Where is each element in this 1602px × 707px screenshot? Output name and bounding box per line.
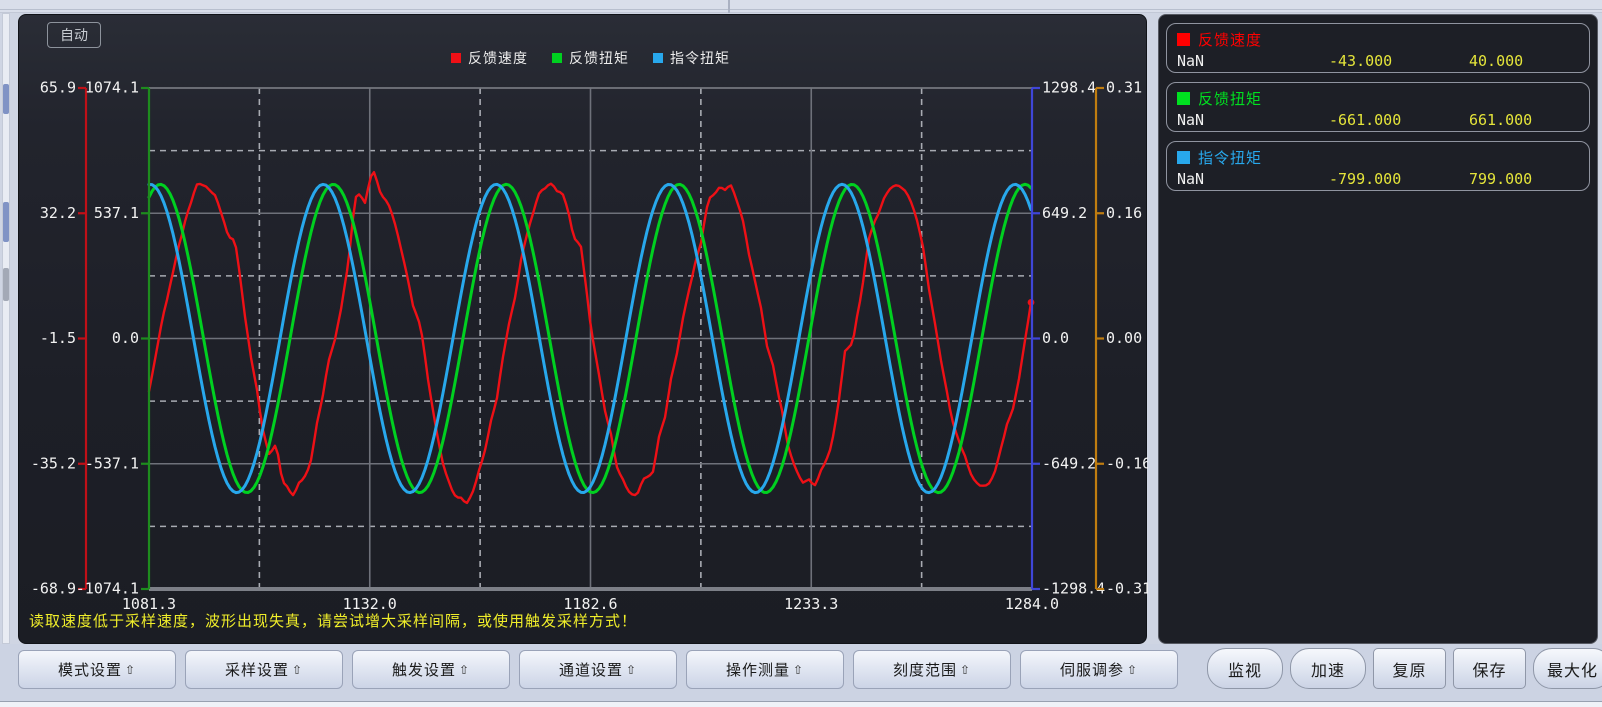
y-tick-label-torque_fb: 537.1 bbox=[94, 204, 139, 222]
signal-min-value: -661.000 bbox=[1329, 111, 1469, 129]
signal-values-row: NaN-43.00040.000 bbox=[1177, 50, 1579, 72]
action-button-最大化[interactable]: 最大化 bbox=[1533, 648, 1602, 689]
legend-label: 指令扭矩 bbox=[670, 48, 730, 68]
menu-button-操作测量[interactable]: 操作测量⇧ bbox=[686, 650, 844, 689]
left-scrollbar-rail[interactable] bbox=[2, 13, 10, 644]
menu-button-label: 伺服调参 bbox=[1060, 659, 1124, 680]
chart-legend: 反馈速度 反馈扭矩 指令扭矩 bbox=[149, 48, 1032, 68]
sampling-warning: 读取速度低于采样速度，波形出现失真，请尝试增大采样间隔，或使用触发采样方式！ bbox=[29, 610, 637, 631]
signal-values-row: NaN-661.000661.000 bbox=[1177, 109, 1579, 131]
signal-max-value: 799.000 bbox=[1469, 170, 1579, 188]
legend-label: 反馈速度 bbox=[468, 48, 528, 68]
menu-button-label: 采样设置 bbox=[225, 659, 289, 680]
y-tick-label-torque_cmd: -649.2 bbox=[1042, 454, 1096, 472]
menu-button-模式设置[interactable]: 模式设置⇧ bbox=[18, 650, 176, 689]
signal-swatch-icon bbox=[1177, 92, 1190, 105]
y-tick-label-speed: -68.9 bbox=[31, 580, 76, 598]
signal-swatch-icon bbox=[1177, 33, 1190, 46]
signal-name: 反馈速度 bbox=[1198, 29, 1262, 50]
menu-button-label: 操作测量 bbox=[726, 659, 790, 680]
menu-button-label: 通道设置 bbox=[559, 659, 623, 680]
left-scrollbar bbox=[0, 13, 17, 644]
menu-button-伺服调参[interactable]: 伺服调参⇧ bbox=[1020, 650, 1178, 689]
signal-values-row: NaN-799.000799.000 bbox=[1177, 168, 1579, 190]
signal-card[interactable]: 反馈速度NaN-43.00040.000 bbox=[1166, 23, 1590, 73]
signal-current-value: NaN bbox=[1177, 52, 1329, 70]
x-tick-label: 1284.0 bbox=[1005, 595, 1059, 613]
signal-min-value: -43.000 bbox=[1329, 52, 1469, 70]
legend-swatch-icon bbox=[451, 53, 461, 63]
signal-panel: 反馈速度NaN-43.00040.000反馈扭矩NaN-661.000661.0… bbox=[1158, 14, 1598, 644]
window-top-band bbox=[0, 0, 1602, 13]
y-tick-label-torque_cmd: 649.2 bbox=[1042, 204, 1087, 222]
signal-card[interactable]: 指令扭矩NaN-799.000799.000 bbox=[1166, 141, 1590, 191]
y-tick-label-torque_cmd: 0.0 bbox=[1042, 329, 1069, 347]
scrollbar-thumb[interactable] bbox=[3, 268, 9, 301]
action-button-保存[interactable]: 保存 bbox=[1453, 648, 1526, 689]
signal-card-header: 指令扭矩 bbox=[1177, 146, 1579, 168]
waveform-plot[interactable]: 65.9 32.2 -1.5 -35.2 -68.9 1074.1 537.1 0.0 -537… bbox=[19, 15, 1148, 645]
scrollbar-thumb[interactable] bbox=[3, 202, 9, 242]
menu-button-label: 模式设置 bbox=[58, 659, 122, 680]
legend-swatch-icon bbox=[653, 53, 663, 63]
y-tick-label-torque_fb: 0.0 bbox=[112, 329, 139, 347]
legend-item[interactable]: 指令扭矩 bbox=[653, 48, 730, 68]
menu-button-触发设置[interactable]: 触发设置⇧ bbox=[352, 650, 510, 689]
action-button-监视[interactable]: 监视 bbox=[1207, 648, 1283, 689]
expand-up-icon: ⇧ bbox=[459, 663, 470, 677]
auto-button[interactable]: 自动 bbox=[47, 22, 101, 48]
action-button-row: 监视加速复原保存最大化 bbox=[1207, 648, 1602, 689]
expand-up-icon: ⇧ bbox=[626, 663, 637, 677]
menu-button-通道设置[interactable]: 通道设置⇧ bbox=[519, 650, 677, 689]
signal-name: 反馈扭矩 bbox=[1198, 88, 1262, 109]
y-tick-label-speed: 65.9 bbox=[40, 79, 76, 97]
signal-current-value: NaN bbox=[1177, 111, 1329, 129]
signal-card-header: 反馈扭矩 bbox=[1177, 87, 1579, 109]
window-footer bbox=[0, 701, 1602, 707]
top-band-line bbox=[0, 9, 1602, 10]
legend-swatch-icon bbox=[552, 53, 562, 63]
y-tick-label-torque_fb: 1074.1 bbox=[85, 79, 139, 97]
y-tick-label-aux: 0.16 bbox=[1106, 204, 1142, 222]
signal-current-value: NaN bbox=[1177, 170, 1329, 188]
y-tick-label-speed: -35.2 bbox=[31, 454, 76, 472]
legend-label: 反馈扭矩 bbox=[569, 48, 629, 68]
menu-button-label: 触发设置 bbox=[392, 659, 456, 680]
signal-card[interactable]: 反馈扭矩NaN-661.000661.000 bbox=[1166, 82, 1590, 132]
legend-item[interactable]: 反馈速度 bbox=[451, 48, 528, 68]
legend-item[interactable]: 反馈扭矩 bbox=[552, 48, 629, 68]
top-band-splitter[interactable] bbox=[728, 0, 730, 13]
bottom-toolbar: 模式设置⇧采样设置⇧触发设置⇧通道设置⇧操作测量⇧刻度范围⇧伺服调参⇧ 监视加速… bbox=[0, 644, 1602, 702]
expand-up-icon: ⇧ bbox=[125, 663, 136, 677]
action-button-复原[interactable]: 复原 bbox=[1373, 648, 1446, 689]
signal-name: 指令扭矩 bbox=[1198, 147, 1262, 168]
app-window: 65.9 32.2 -1.5 -35.2 -68.9 1074.1 537.1 0.0 -537… bbox=[0, 0, 1602, 707]
signal-swatch-icon bbox=[1177, 151, 1190, 164]
signal-max-value: 40.000 bbox=[1469, 52, 1579, 70]
signal-max-value: 661.000 bbox=[1469, 111, 1579, 129]
menu-button-采样设置[interactable]: 采样设置⇧ bbox=[185, 650, 343, 689]
expand-up-icon: ⇧ bbox=[292, 663, 303, 677]
expand-up-icon: ⇧ bbox=[960, 663, 971, 677]
y-tick-label-torque_fb: -537.1 bbox=[85, 454, 139, 472]
expand-up-icon: ⇧ bbox=[793, 663, 804, 677]
chart-panel: 65.9 32.2 -1.5 -35.2 -68.9 1074.1 537.1 0.0 -537… bbox=[18, 14, 1147, 644]
signal-min-value: -799.000 bbox=[1329, 170, 1469, 188]
y-tick-label-aux: 0.00 bbox=[1106, 329, 1142, 347]
menu-button-刻度范围[interactable]: 刻度范围⇧ bbox=[853, 650, 1011, 689]
y-tick-label-speed: 32.2 bbox=[40, 204, 76, 222]
signal-card-header: 反馈速度 bbox=[1177, 28, 1579, 50]
expand-up-icon: ⇧ bbox=[1127, 663, 1138, 677]
menu-button-row: 模式设置⇧采样设置⇧触发设置⇧通道设置⇧操作测量⇧刻度范围⇧伺服调参⇧ bbox=[18, 650, 1178, 689]
menu-button-label: 刻度范围 bbox=[893, 659, 957, 680]
action-button-加速[interactable]: 加速 bbox=[1290, 648, 1366, 689]
y-tick-label-aux: 0.31 bbox=[1106, 79, 1142, 97]
y-tick-label-aux: -0.31 bbox=[1106, 580, 1148, 598]
x-tick-label: 1233.3 bbox=[784, 595, 838, 613]
y-tick-label-speed: -1.5 bbox=[40, 329, 76, 347]
scrollbar-thumb[interactable] bbox=[3, 84, 9, 114]
y-tick-label-aux: -0.16 bbox=[1106, 454, 1148, 472]
y-tick-label-torque_cmd: 1298.4 bbox=[1042, 79, 1096, 97]
